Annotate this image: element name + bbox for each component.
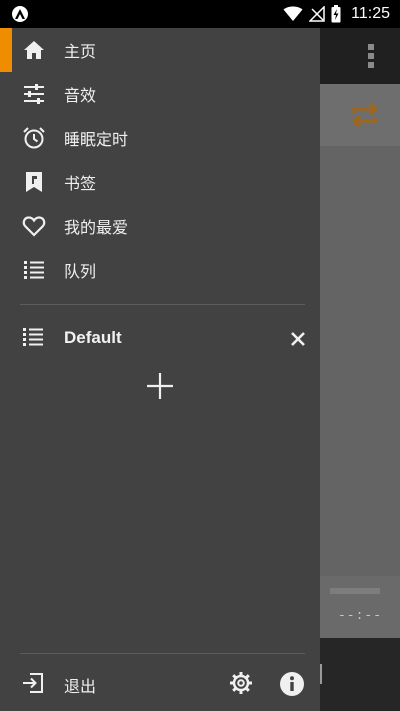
gear-icon[interactable]	[229, 671, 253, 699]
close-icon[interactable]	[286, 327, 310, 351]
nav-item-home[interactable]: 主页	[0, 28, 320, 72]
nav-item-label: 主页	[64, 42, 97, 61]
queue-item-default[interactable]: Default	[0, 317, 320, 361]
wifi-icon	[283, 6, 303, 21]
exit-label: 退出	[64, 677, 97, 696]
drawer-footer: 退出	[0, 660, 320, 711]
nav-item-label: 队列	[64, 262, 97, 281]
bookmark-icon	[22, 170, 46, 194]
background-app: --:--	[320, 28, 400, 711]
exit-icon	[22, 672, 44, 698]
footer-divider	[20, 653, 305, 654]
playlist-icon	[22, 327, 44, 351]
nav-item-label: 书签	[64, 174, 97, 193]
queue-label: Default	[64, 328, 122, 347]
queue-list-icon	[22, 258, 46, 282]
background-bottom-glyph	[320, 664, 328, 684]
background-time-label: --:--	[338, 608, 383, 623]
nav-item-queue[interactable]: 队列	[0, 248, 320, 292]
info-icon[interactable]	[279, 671, 305, 701]
alarm-clock-icon	[22, 126, 46, 150]
nav-item-label: 音效	[64, 86, 97, 105]
navigation-drawer: 主页 音效 睡眠定时 书签 我的最爱 队列 Default 退出	[0, 28, 320, 711]
heart-icon	[22, 214, 46, 238]
plus-icon	[147, 373, 173, 399]
background-bottom-bar	[320, 638, 400, 711]
battery-charging-icon	[331, 5, 341, 23]
home-icon	[22, 38, 46, 62]
repeat-icon[interactable]	[350, 102, 380, 128]
background-content	[320, 146, 400, 576]
app-notification-icon	[12, 6, 28, 22]
nav-item-bookmarks[interactable]: 书签	[0, 160, 320, 204]
nav-item-label: 我的最爱	[64, 218, 129, 237]
background-progress-bar	[330, 588, 380, 594]
status-bar: 11:25	[0, 0, 400, 28]
nav-item-favorites[interactable]: 我的最爱	[0, 204, 320, 248]
clock-time: 11:25	[351, 5, 390, 22]
nav-item-sleep-timer[interactable]: 睡眠定时	[0, 116, 320, 160]
signal-icon	[309, 6, 325, 22]
equalizer-icon	[22, 82, 46, 106]
background-player	[320, 576, 400, 638]
overflow-menu-icon[interactable]	[368, 44, 374, 68]
nav-item-sound-effects[interactable]: 音效	[0, 72, 320, 116]
nav-item-label: 睡眠定时	[64, 130, 129, 149]
add-queue-button[interactable]	[140, 366, 180, 406]
divider	[20, 304, 305, 305]
background-toolbar	[320, 28, 400, 84]
